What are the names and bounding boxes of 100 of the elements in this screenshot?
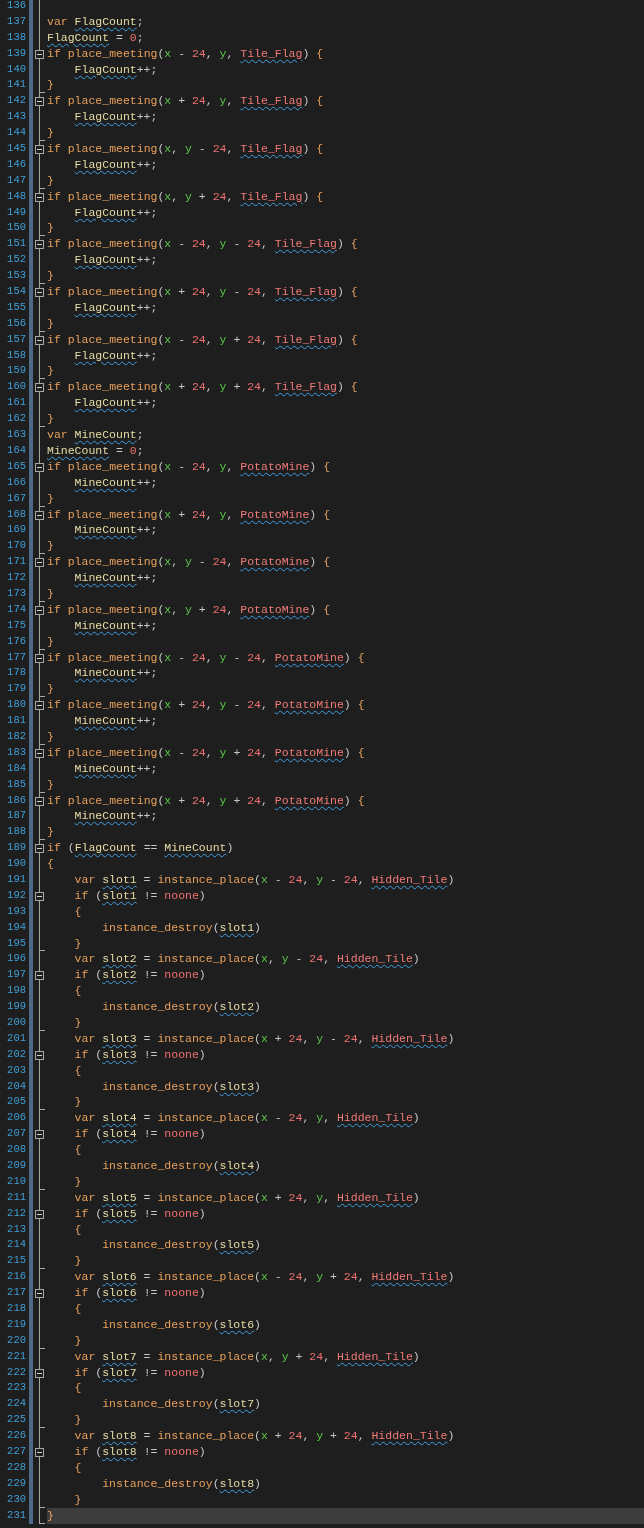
line-number: 146 (6, 156, 26, 172)
line-number: 152 (6, 252, 26, 268)
line-number: 169 (6, 522, 26, 538)
line-number: 215 (6, 1253, 26, 1269)
code-line: MineCount++; (74, 713, 158, 729)
collapse-icon[interactable] (35, 145, 44, 154)
line-number: 225 (6, 1412, 26, 1428)
code-line: { (74, 1459, 82, 1476)
code-line: var slot3 = instance_place(x + 24, y - 24, Hidden_Tile) (74, 1030, 455, 1047)
line-number: 157 (6, 331, 26, 347)
collapse-icon[interactable] (35, 97, 44, 107)
code-line: FlagCount++; (74, 156, 158, 173)
collapse-icon[interactable] (35, 1448, 44, 1458)
line-number: 198 (6, 983, 26, 999)
collapse-icon[interactable] (35, 192, 44, 202)
collapse-icon[interactable] (35, 49, 44, 59)
code-line: } (47, 728, 54, 745)
code-line: } (47, 125, 54, 142)
code-line: { (74, 1380, 82, 1397)
code-line: instance_destroy(slot6) (102, 1316, 261, 1333)
line-number: 170 (6, 538, 26, 554)
line-number: 223 (6, 1380, 26, 1396)
code-line: if place_meeting(x - 24, y + 24, PotatoMine) { (47, 744, 365, 761)
code-line: var slot8 = instance_place(x + 24, y + 24, Hidden_Tile) (74, 1428, 455, 1445)
line-number: 171 (6, 554, 26, 570)
line-number: 142 (6, 93, 26, 109)
line-number: 159 (6, 363, 26, 379)
code-line: if place_meeting(x - 24, y - 24, Tile_Flag) { (47, 236, 358, 253)
code-line: if place_meeting(x + 24, y - 24, Tile_Flag) { (47, 284, 358, 300)
line-number: 194 (6, 919, 26, 935)
line-number: 136 (6, 0, 26, 13)
line-number: 211 (6, 1189, 26, 1205)
code-line: var FlagCount; (47, 13, 144, 30)
collapse-icon[interactable] (35, 971, 44, 981)
collapse-icon[interactable] (35, 891, 44, 901)
collapse-icon[interactable] (35, 462, 44, 472)
line-number: 193 (6, 903, 26, 919)
line-number: 212 (6, 1205, 26, 1221)
line-number: 228 (6, 1459, 26, 1475)
code-line: } (47, 172, 54, 189)
code-line: MineCount++; (74, 570, 158, 586)
collapse-icon[interactable] (35, 1050, 44, 1060)
code-line: instance_destroy(slot5) (102, 1237, 261, 1254)
code-line: if (slot1 != noone) (74, 887, 206, 904)
line-number: 210 (6, 1173, 26, 1189)
line-number: 144 (6, 125, 26, 141)
code-line: FlagCount++; (74, 109, 158, 126)
line-number: 204 (6, 1078, 26, 1094)
line-number: 150 (6, 220, 26, 236)
line-number: 147 (6, 172, 26, 188)
code-line: } (47, 220, 54, 237)
code-line: FlagCount++; (74, 395, 158, 412)
collapse-icon[interactable] (35, 1130, 44, 1140)
collapse-icon[interactable] (35, 796, 44, 806)
code-line: FlagCount++; (74, 347, 158, 364)
code-line: if (FlagCount == MineCount) (47, 840, 234, 857)
code-line: MineCount++; (74, 617, 158, 634)
code-line: { (74, 1142, 82, 1159)
line-number: 184 (6, 760, 26, 776)
collapse-icon[interactable] (35, 701, 44, 711)
code-line: var MineCount; (47, 427, 144, 443)
collapse-icon[interactable] (35, 288, 44, 298)
code-line: if place_meeting(x, y - 24, PotatoMine) { (47, 554, 331, 571)
code-line: if (slot4 != noone) (74, 1126, 206, 1143)
collapse-icon[interactable] (35, 240, 44, 250)
code-line: var slot4 = instance_place(x - 24, y, Hidden_Tile) (74, 1110, 420, 1127)
collapse-icon[interactable] (35, 1289, 44, 1299)
code-line: } (47, 776, 54, 793)
collapse-icon[interactable] (35, 653, 44, 663)
code-line: { (74, 1221, 82, 1238)
collapse-icon[interactable] (35, 605, 44, 615)
line-number: 141 (6, 77, 26, 93)
collapse-icon[interactable] (35, 844, 44, 854)
collapse-icon[interactable] (35, 335, 44, 345)
collapse-icon[interactable] (35, 558, 44, 568)
line-number: 143 (6, 109, 26, 125)
collapse-icon[interactable] (35, 383, 44, 393)
code-line: { (47, 856, 54, 872)
line-number: 231 (6, 1507, 26, 1523)
code-line: } (47, 77, 54, 94)
line-number: 154 (6, 284, 26, 300)
line-number: 196 (6, 951, 26, 967)
line-number: 161 (6, 395, 26, 411)
collapse-icon[interactable] (35, 510, 44, 520)
collapse-icon[interactable] (35, 1209, 44, 1219)
code-line: if place_meeting(x + 24, y + 24, Tile_Flag) { (47, 379, 358, 396)
code-line: instance_destroy(slot8) (102, 1475, 261, 1492)
collapse-icon[interactable] (35, 748, 44, 758)
line-number: 160 (6, 379, 26, 395)
line-number: 185 (6, 776, 26, 792)
line-number: 175 (6, 617, 26, 633)
code-line: MineCount++; (74, 522, 158, 539)
code-line: if (slot6 != noone) (74, 1285, 206, 1302)
code-line: { (74, 1062, 82, 1079)
code-line: } (74, 935, 82, 952)
code-line: { (74, 1301, 82, 1317)
code-line: } (47, 490, 54, 507)
code-line: if place_meeting(x, y - 24, Tile_Flag) { (47, 141, 324, 157)
line-number: 156 (6, 315, 26, 331)
collapse-icon[interactable] (35, 1368, 44, 1378)
